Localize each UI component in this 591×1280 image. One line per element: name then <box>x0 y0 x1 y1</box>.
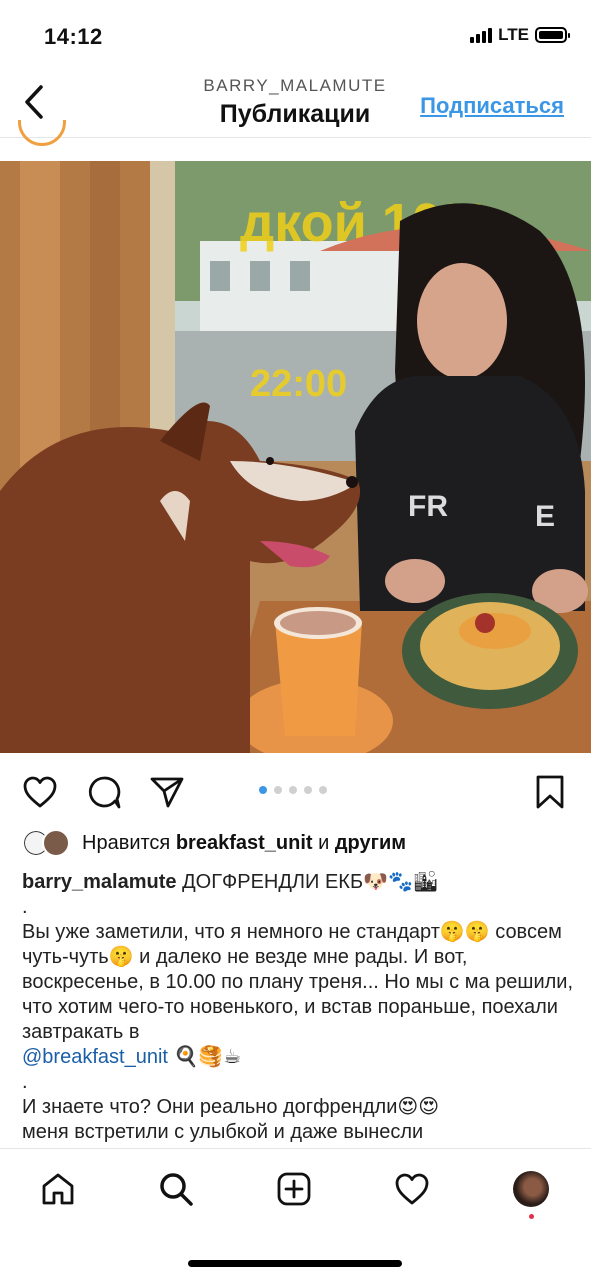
carousel-indicator <box>259 786 327 794</box>
heart-icon <box>23 776 57 808</box>
bookmark-icon <box>536 775 564 809</box>
battery-icon <box>535 27 570 43</box>
signal-icon <box>470 27 493 43</box>
home-icon <box>42 1173 74 1205</box>
caption-title: ДОГФРЕНДЛИ ЕКБ🐶🐾🏙 <box>182 871 439 893</box>
post-author-avatar[interactable] <box>18 120 66 148</box>
likes-user[interactable]: breakfast_unit <box>176 832 313 855</box>
tab-profile[interactable] <box>511 1169 551 1209</box>
status-bar: 14:12 LTE <box>0 0 591 70</box>
post-photo-illustration: дкой 10% 22:00 FR E <box>0 161 591 753</box>
activity-icon <box>395 1173 429 1205</box>
comment-button[interactable] <box>84 772 124 812</box>
share-icon <box>150 777 184 808</box>
post-action-bar <box>0 768 591 816</box>
status-time: 14:12 <box>44 24 103 49</box>
share-button[interactable] <box>147 772 187 812</box>
tab-activity[interactable] <box>392 1169 432 1209</box>
header-titles: BARRY_MALAMUTE Публикации <box>150 76 440 129</box>
back-button[interactable] <box>14 80 54 124</box>
svg-text:FR: FR <box>408 490 448 523</box>
svg-text:22:00: 22:00 <box>250 363 347 405</box>
likes-prefix: Нравится <box>82 831 171 854</box>
save-button[interactable] <box>530 772 570 812</box>
tab-home[interactable] <box>38 1169 78 1209</box>
caption-paragraph: И знаете что? Они реально догфрендли😍😍 <box>22 1096 440 1118</box>
post-image[interactable]: дкой 10% 22:00 FR E <box>0 161 591 753</box>
likes-middle: и <box>318 831 330 854</box>
caption-dot: . <box>22 1071 28 1093</box>
follow-button[interactable]: Подписаться <box>420 93 564 119</box>
caption-paragraph: Вы уже заметили, что я немного не станда… <box>22 921 574 1043</box>
caption-mention-emoji: 🍳🥞☕ <box>173 1046 242 1068</box>
carousel-dot <box>289 786 297 794</box>
caption-username[interactable]: barry_malamute <box>22 871 177 893</box>
search-icon <box>160 1173 193 1206</box>
carousel-dot <box>304 786 312 794</box>
header-username: BARRY_MALAMUTE <box>203 76 387 95</box>
tab-create[interactable] <box>274 1169 314 1209</box>
status-indicators: LTE <box>470 25 570 45</box>
avatar <box>42 829 70 857</box>
svg-text:E: E <box>535 500 555 533</box>
carousel-dot <box>259 786 267 794</box>
post-caption: barry_malamute ДОГФРЕНДЛИ ЕКБ🐶🐾🏙 . Вы уж… <box>22 870 577 1145</box>
comment-icon <box>88 776 121 809</box>
caption-paragraph: меня встретили с улыбкой и даже вынесли <box>22 1121 424 1143</box>
carousel-dot <box>274 786 282 794</box>
notification-dot <box>529 1214 534 1219</box>
add-icon <box>277 1172 311 1206</box>
network-label: LTE <box>498 25 529 44</box>
like-button[interactable] <box>20 772 60 812</box>
nav-header: BARRY_MALAMUTE Публикации Подписаться <box>0 70 591 138</box>
bottom-tab-bar <box>0 1148 591 1234</box>
likes-summary[interactable]: Нравится breakfast_unit и другим <box>22 828 406 858</box>
tab-search[interactable] <box>156 1169 196 1209</box>
chevron-left-icon <box>25 85 43 119</box>
profile-avatar <box>513 1171 549 1207</box>
liker-avatars <box>22 828 76 858</box>
caption-mention[interactable]: @breakfast_unit <box>22 1046 168 1068</box>
home-indicator[interactable] <box>188 1260 402 1267</box>
carousel-dot <box>319 786 327 794</box>
page-title: Публикации <box>219 100 371 128</box>
caption-dot: . <box>22 896 28 918</box>
likes-others[interactable]: другим <box>335 832 406 855</box>
caption-clip: barry_malamute ДОГФРЕНДЛИ ЕКБ🐶🐾🏙 . Вы уж… <box>0 870 591 1150</box>
battery-level <box>539 31 563 39</box>
